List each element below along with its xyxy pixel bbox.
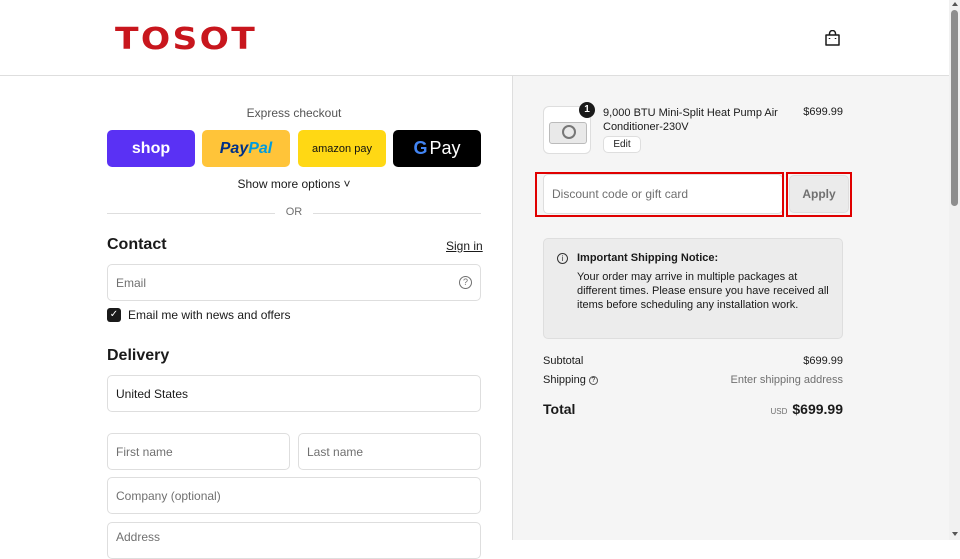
google-g-icon: G [413, 138, 428, 158]
total-value: $699.99 [792, 401, 843, 417]
scroll-up-arrow-icon[interactable] [952, 2, 958, 6]
newsletter-option[interactable]: ✓ Email me with news and offers [107, 308, 291, 322]
company-placeholder: Company (optional) [116, 488, 221, 503]
country-select[interactable]: United States [107, 375, 481, 412]
highlight-box-apply [786, 172, 852, 217]
currency-code: USD [770, 407, 788, 416]
page-scrollbar[interactable] [949, 0, 960, 540]
shopping-bag-icon[interactable] [824, 30, 841, 46]
site-header: TOSOT [0, 0, 949, 76]
scroll-down-arrow-icon[interactable] [952, 532, 958, 536]
or-label: OR [285, 206, 303, 218]
subtotal-label: Subtotal [543, 355, 584, 367]
newsletter-label: Email me with news and offers [128, 308, 291, 322]
highlight-box-discount [535, 172, 784, 217]
google-pay-label: Pay [429, 138, 461, 158]
paypal-label-pay: Pay [219, 139, 249, 157]
edit-product-button[interactable]: Edit [603, 136, 641, 153]
company-field[interactable]: Company (optional) [107, 477, 481, 514]
email-field[interactable]: Email ? [107, 264, 481, 301]
scrollbar-thumb[interactable] [951, 10, 958, 206]
checkout-form-column: Express checkout shop Pay Pal amazon pay … [0, 76, 512, 559]
email-placeholder: Email [116, 275, 147, 290]
shipping-value: Enter shipping address [730, 374, 843, 386]
question-circle-icon[interactable]: ? [459, 276, 472, 289]
shipping-label: Shipping [543, 374, 586, 386]
sign-in-link[interactable]: Sign in [446, 239, 483, 253]
shipping-help-icon[interactable]: ? [588, 375, 598, 385]
divider-line-right [313, 213, 481, 214]
google-pay-button[interactable]: G Pay [393, 130, 481, 167]
express-checkout-title: Express checkout [246, 106, 342, 120]
address-field[interactable]: Address [107, 522, 481, 559]
show-more-options-link[interactable]: Show more options ˅ [107, 177, 481, 191]
shipping-label-wrap: Shipping? [543, 374, 598, 386]
country-value: United States [116, 386, 189, 401]
delivery-heading: Delivery [107, 347, 170, 364]
first-name-field[interactable]: First name [107, 433, 290, 470]
last-name-placeholder: Last name [307, 444, 364, 459]
product-image-fan [562, 125, 576, 139]
product-price: $699.99 [803, 106, 843, 118]
subtotal-value: $699.99 [803, 355, 843, 367]
amazon-pay-label: amazon pay [312, 142, 372, 155]
total-value-wrap: USD $699.99 [771, 401, 844, 417]
info-icon: i [557, 253, 568, 264]
newsletter-checkbox[interactable]: ✓ [107, 308, 121, 322]
paypal-button[interactable]: Pay Pal [202, 130, 290, 167]
or-divider: OR [107, 206, 481, 220]
notice-body: Your order may arrive in multiple packag… [577, 271, 829, 311]
shop-pay-label: shop [131, 139, 171, 157]
contact-heading: Contact [107, 236, 167, 253]
shop-pay-button[interactable]: shop [107, 130, 195, 167]
product-name: 9,000 BTU Mini-Split Heat Pump Air Condi… [603, 107, 778, 133]
notice-title: Important Shipping Notice: [577, 252, 719, 264]
address-placeholder: Address [116, 530, 161, 544]
shipping-notice: i Important Shipping Notice: Your order … [543, 238, 843, 339]
paypal-label-pal: Pal [248, 139, 273, 157]
brand-logo[interactable]: TOSOT [115, 22, 257, 57]
total-label: Total [543, 401, 576, 417]
last-name-field[interactable]: Last name [298, 433, 481, 470]
quantity-badge: 1 [579, 102, 595, 118]
first-name-placeholder: First name [116, 444, 173, 459]
amazon-pay-button[interactable]: amazon pay [298, 130, 386, 167]
order-summary-column: 1 9,000 BTU Mini-Split Heat Pump Air Con… [512, 76, 949, 540]
